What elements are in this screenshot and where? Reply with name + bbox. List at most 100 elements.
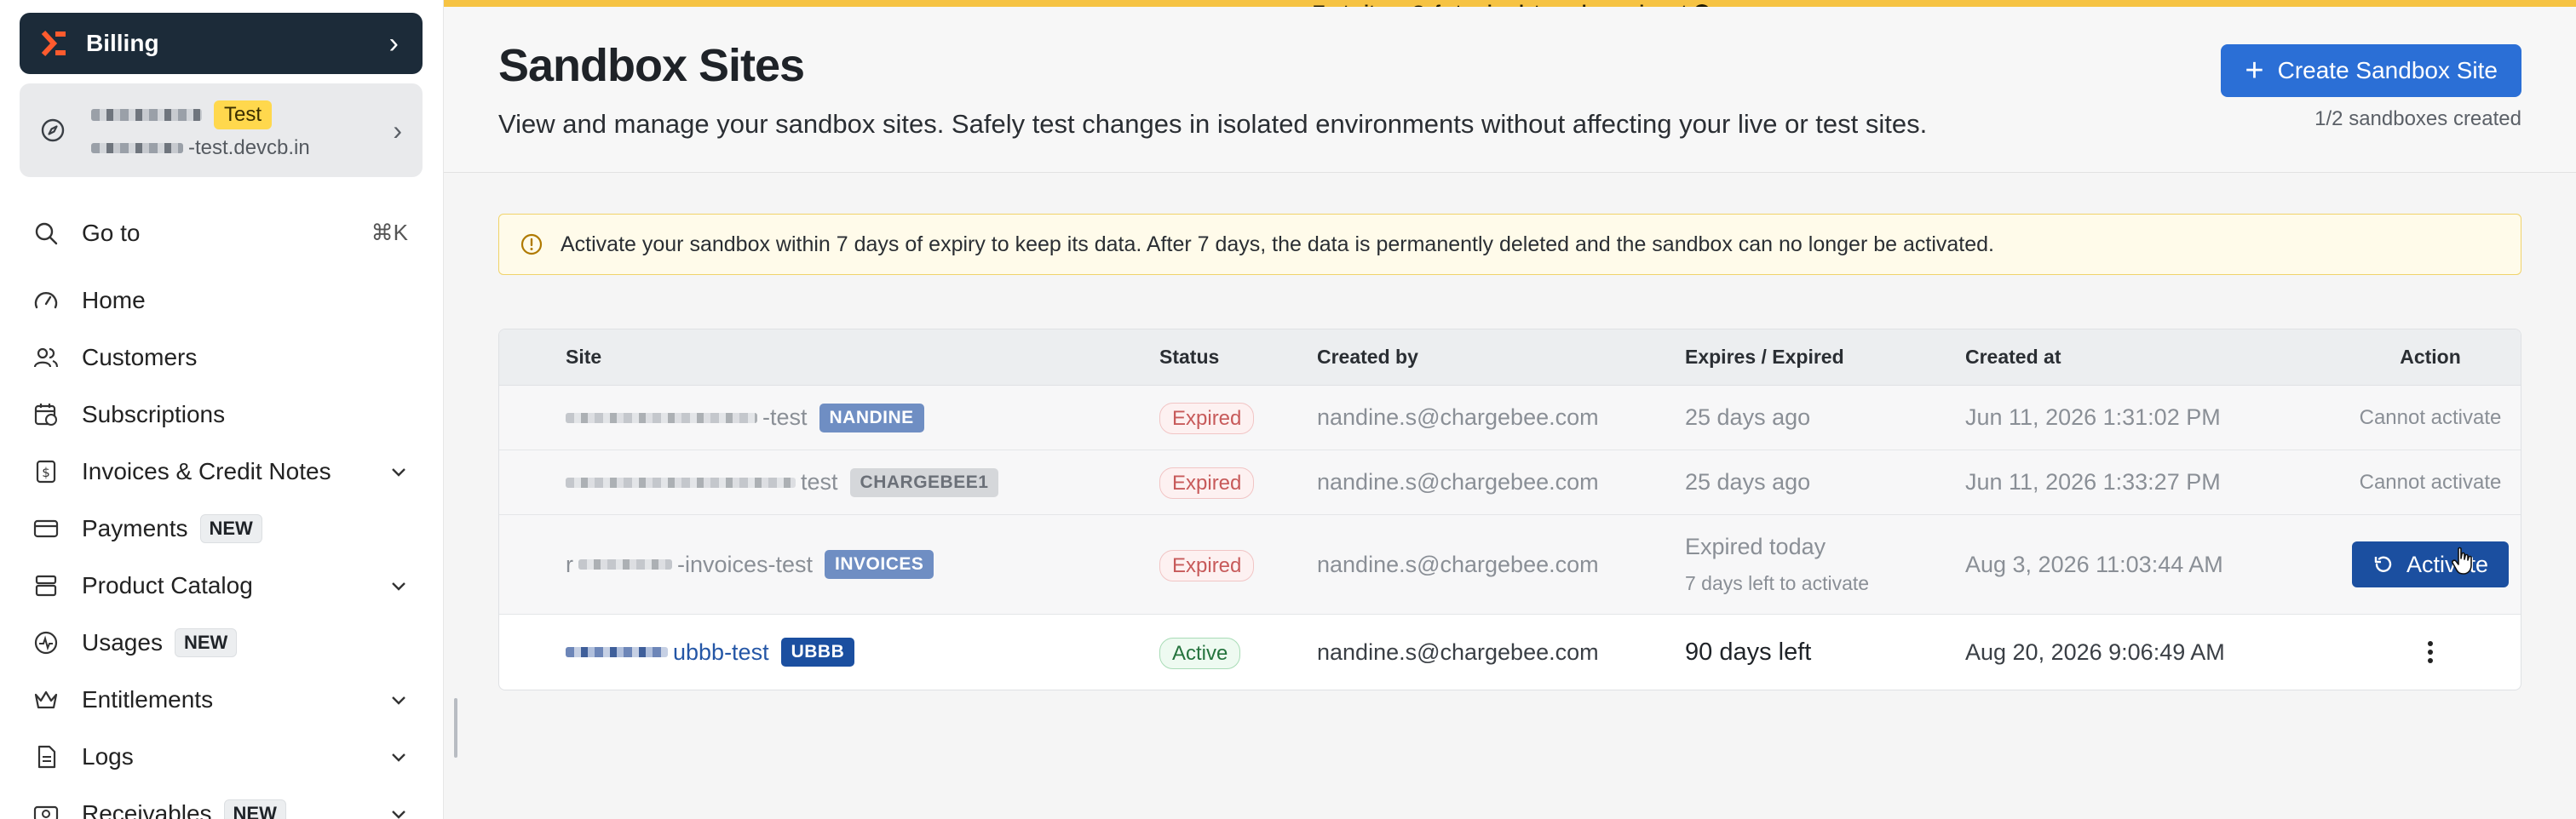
chevron-down-icon — [392, 581, 405, 591]
page-title: Sandbox Sites — [498, 40, 805, 91]
sidebar-item-invoices[interactable]: $ Invoices & Credit Notes — [0, 443, 444, 500]
sandbox-count: 1/2 sandboxes created — [2314, 107, 2521, 130]
action-cell — [2340, 636, 2521, 668]
chevron-right-icon: › — [388, 26, 399, 60]
sidebar-resize-handle[interactable] — [454, 698, 457, 758]
activity-icon — [34, 631, 58, 654]
site-link[interactable]: ubbb-test — [566, 639, 769, 666]
sidebar-item-label-wrap: Usages NEW — [82, 627, 408, 657]
cannot-activate-text: Cannot activate — [2359, 405, 2502, 429]
chevron-down-icon — [392, 696, 405, 705]
sidebar-item-label: Receivables — [82, 799, 212, 819]
site-name: -test — [566, 404, 808, 431]
expires-text: Expired today — [1685, 534, 1826, 559]
activate-button[interactable]: Activate — [2351, 541, 2510, 587]
col-status: Status — [1159, 346, 1220, 368]
users-icon — [33, 347, 59, 367]
site-name-suffix: test — [801, 469, 838, 495]
sidebar-item-goto[interactable]: Go to ⌘K — [0, 204, 444, 261]
sidebar: Billing › Test -test.devcb.in › Go to ⌘K — [0, 0, 444, 819]
redacted-site-name — [578, 559, 672, 570]
site-cell: ubbb-test UBBB — [499, 638, 1159, 667]
site-name-suffix: -test — [762, 404, 808, 430]
action-cell: Cannot activate — [2340, 471, 2521, 495]
site-tag: UBBB — [780, 638, 855, 667]
dollar-doc-icon: $ — [36, 460, 56, 483]
chevron-down-icon — [392, 753, 405, 762]
redacted-site-name — [566, 477, 796, 488]
create-sandbox-label: Create Sandbox Site — [2277, 57, 2498, 83]
site-tag: NANDINE — [819, 403, 924, 432]
created-by-cell: nandine.s@chargebee.com — [1317, 469, 1599, 495]
sidebar-item-label: Logs — [82, 742, 134, 770]
status-badge: Active — [1159, 637, 1241, 669]
crown-icon — [34, 690, 58, 708]
chevron-down-icon — [392, 467, 405, 477]
expiry-alert: Activate your sandbox within 7 days of e… — [498, 214, 2521, 275]
site-info: Test -test.devcb.in — [91, 100, 393, 160]
calendar-refresh-icon — [34, 403, 57, 426]
sidebar-item-subscriptions[interactable]: Subscriptions — [0, 386, 444, 443]
table-row: -test NANDINE Expired nandine.s@chargebe… — [499, 386, 2521, 450]
refresh-icon — [2374, 556, 2392, 572]
created-at-cell: Jun 11, 2026 1:31:02 PM — [1965, 404, 2221, 430]
col-expires: Expires / Expired — [1685, 346, 1844, 368]
created-by-cell: nandine.s@chargebee.com — [1317, 639, 1599, 665]
table-row: ubbb-test UBBB Active nandine.s@chargebe… — [499, 615, 2521, 690]
site-tag: INVOICES — [825, 550, 934, 579]
sidebar-item-customers[interactable]: Customers — [0, 329, 444, 386]
site-name-suffix: -invoices-test — [677, 551, 814, 577]
goto-shortcut: ⌘K — [371, 220, 408, 245]
site-domain-suffix: -test.devcb.in — [188, 136, 310, 159]
sidebar-item-usages[interactable]: Usages NEW — [0, 614, 444, 671]
redacted-site-name — [566, 412, 757, 423]
plus-icon: + — [2245, 53, 2264, 89]
sidebar-nav: Go to ⌘K Home Customers Subscriptions $ … — [0, 204, 444, 819]
redacted-site-name — [566, 647, 668, 657]
new-badge: NEW — [199, 513, 262, 543]
sidebar-item-label-wrap: Receivables NEW — [82, 799, 389, 819]
sidebar-item-label: Subscriptions — [82, 400, 226, 427]
sidebar-item-label: Invoices & Credit Notes — [82, 457, 331, 484]
site-switcher[interactable]: Test -test.devcb.in › — [20, 83, 423, 177]
redacted-site-domain — [91, 143, 183, 153]
sidebar-item-receivables[interactable]: Receivables NEW — [0, 785, 444, 819]
action-cell: Cannot activate — [2340, 406, 2521, 430]
more-options-icon[interactable] — [2419, 636, 2441, 668]
site-cell: test CHARGEBEE1 — [499, 467, 1159, 497]
created-by-cell: nandine.s@chargebee.com — [1317, 551, 1599, 577]
create-sandbox-button[interactable]: + Create Sandbox Site — [2221, 44, 2521, 97]
sidebar-item-home[interactable]: Home — [0, 272, 444, 329]
sidebar-item-product-catalog[interactable]: Product Catalog — [0, 557, 444, 614]
sidebar-item-label: Home — [82, 286, 146, 313]
sidebar-item-label: Product Catalog — [82, 571, 253, 598]
created-at-cell: Aug 20, 2026 9:06:49 AM — [1965, 639, 2225, 665]
status-cell: Expired — [1159, 467, 1317, 499]
expires-cell: 25 days ago — [1685, 469, 1811, 495]
status-badge: Expired — [1159, 549, 1255, 581]
billing-label: Billing — [86, 30, 159, 56]
compass-icon — [41, 118, 65, 142]
col-action: Action — [2400, 346, 2461, 368]
action-cell: Activate — [2340, 541, 2521, 587]
status-badge: Expired — [1159, 403, 1255, 434]
sidebar-item-label-wrap: Payments NEW — [82, 513, 408, 543]
alert-text: Activate your sandbox within 7 days of e… — [561, 232, 1994, 256]
col-created-at: Created at — [1965, 346, 2061, 368]
cannot-activate-text: Cannot activate — [2359, 470, 2502, 494]
table-row: r -invoices-test INVOICES Expired nandin… — [499, 515, 2521, 615]
product-switcher-billing[interactable]: Billing › — [20, 13, 423, 74]
site-name-prefix: r — [566, 551, 573, 577]
site-name: r -invoices-test — [566, 552, 813, 578]
file-icon — [37, 745, 56, 768]
created-at-cell: Aug 3, 2026 11:03:44 AM — [1965, 551, 2223, 577]
site-env-badge: Test — [214, 100, 273, 129]
card-icon — [33, 519, 59, 537]
sidebar-item-label: Usages — [82, 628, 163, 656]
site-cell: r -invoices-test INVOICES — [499, 550, 1159, 579]
table-header: Site Status Created by Expires / Expired… — [499, 329, 2521, 386]
sidebar-item-entitlements[interactable]: Entitlements — [0, 671, 444, 728]
col-site: Site — [566, 346, 602, 368]
sidebar-item-logs[interactable]: Logs — [0, 728, 444, 785]
sidebar-item-payments[interactable]: Payments NEW — [0, 500, 444, 557]
